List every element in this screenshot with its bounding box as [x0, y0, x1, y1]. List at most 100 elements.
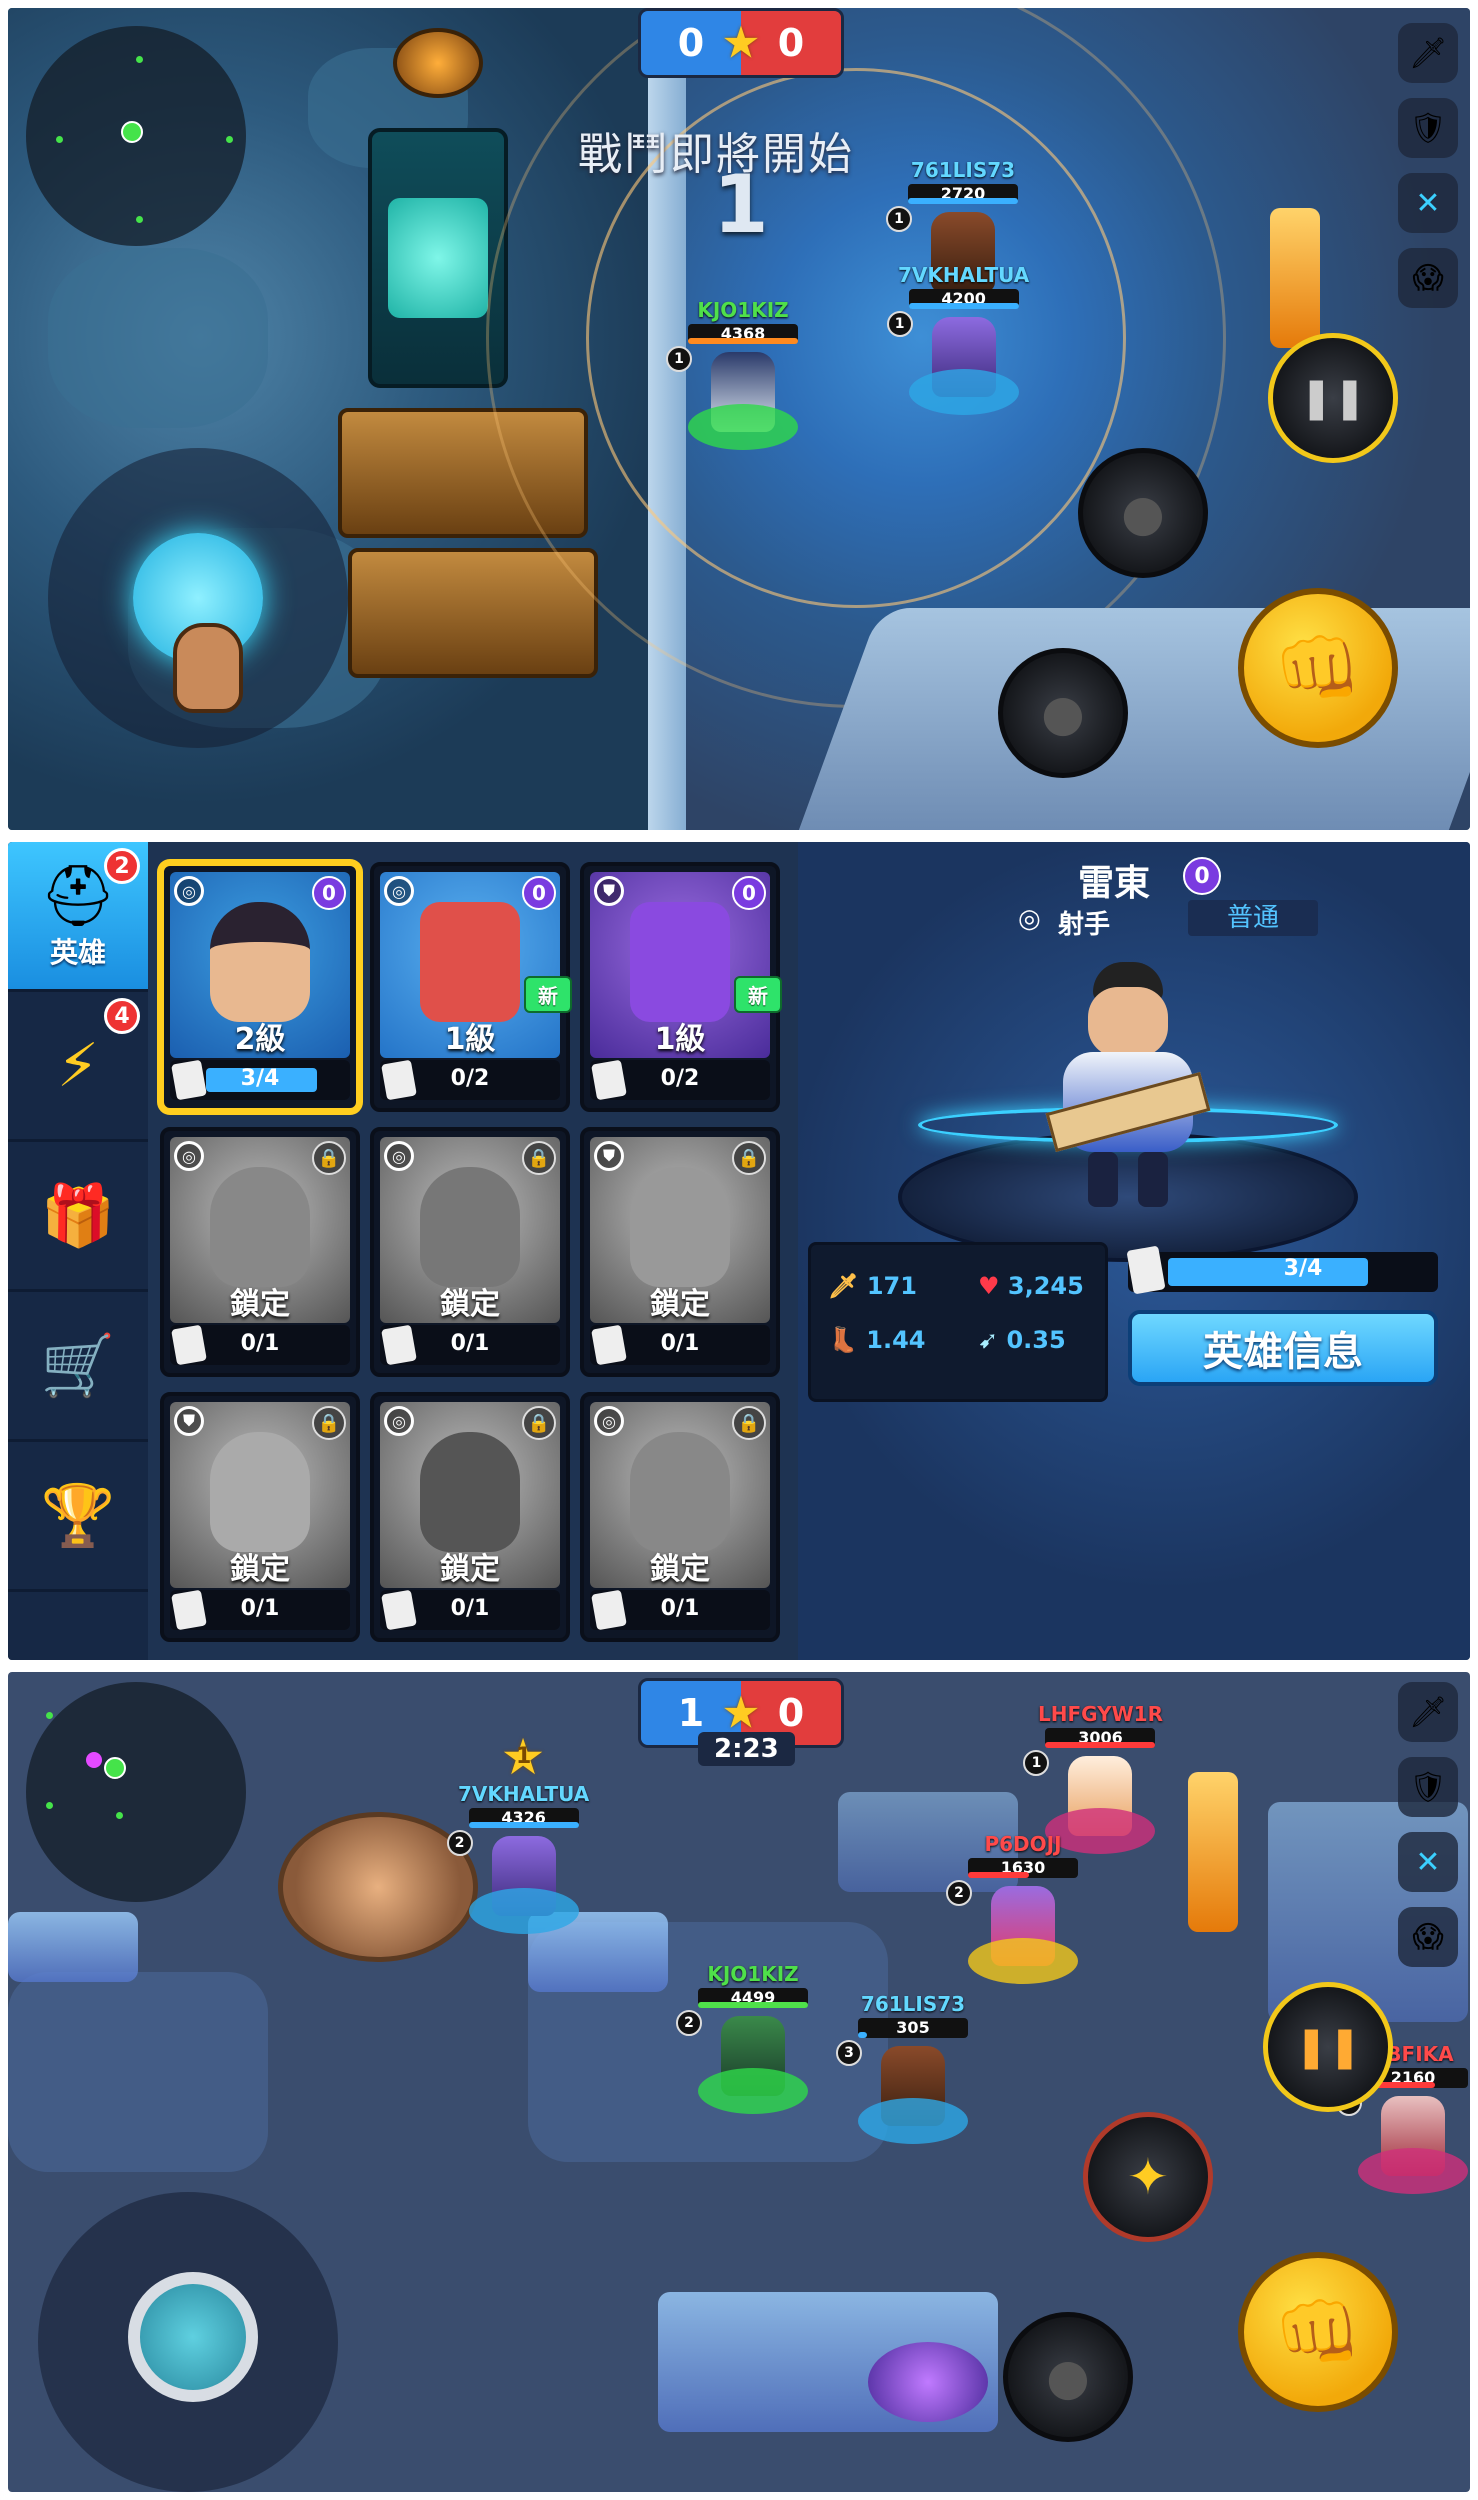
- reload-value: 0.35: [1006, 1326, 1066, 1354]
- hero-level: 鎖定: [230, 1552, 290, 1587]
- hero-card-locked[interactable]: ◎ 🔒 鎖定 0/1: [370, 1392, 570, 1642]
- punch-attack-button[interactable]: 👊: [1238, 588, 1398, 748]
- hero-card-locked[interactable]: ◎ 🔒 鎖定 0/1: [160, 1127, 360, 1377]
- emoji-icon[interactable]: 😱: [1398, 1907, 1458, 1967]
- card-progress: 0/1: [380, 1589, 560, 1631]
- player-level: 3: [836, 2040, 862, 2066]
- card-progress-text: 0/1: [240, 1596, 280, 1621]
- notification-badge: 4: [104, 998, 140, 1034]
- new-tag: 新: [734, 976, 782, 1013]
- hero-card-robot[interactable]: ◎ 0 新 1級 0/2: [370, 862, 572, 1112]
- minimap-player-marker: [121, 121, 143, 143]
- tab-trophy[interactable]: 🏆: [8, 1442, 148, 1592]
- hero-info-button[interactable]: 英雄信息: [1128, 1310, 1438, 1386]
- super-button[interactable]: ●: [1003, 2312, 1133, 2442]
- punch-attack-button[interactable]: 👊: [1238, 2252, 1398, 2412]
- match-start-screen: 0 0 ★ 戰鬥即將開始 1 761LIS73 1 2720 7VKHALTUA…: [8, 8, 1470, 830]
- player-7VKHALTUA: 7VKHALTUA 2 4326: [446, 1782, 590, 1934]
- player-name: 7VKHALTUA: [458, 1782, 590, 1806]
- ice-wall: [8, 1912, 138, 1982]
- speed-value: 1.44: [866, 1326, 926, 1354]
- minimap-player-marker: [104, 1757, 126, 1779]
- bullet-skill-button[interactable]: ❚❚: [1268, 333, 1398, 463]
- hero-progress-text: 3/4: [1283, 1256, 1323, 1281]
- card-progress-text: 0/2: [450, 1066, 490, 1091]
- sword-icon[interactable]: 🗡: [1398, 23, 1458, 83]
- card-progress: 0/1: [380, 1324, 560, 1366]
- emoji-icon[interactable]: 😱: [1398, 248, 1458, 308]
- card-progress: 0/1: [170, 1589, 350, 1631]
- tab-hero-label: 英雄: [49, 935, 106, 969]
- team-ring: [858, 2098, 968, 2144]
- crystal-core: [388, 198, 488, 318]
- hero-card-purple-knight[interactable]: ⛊ 0 新 1級 0/2: [580, 862, 782, 1112]
- hero-card-raydon[interactable]: ◎ 0 2級 3/4: [160, 862, 360, 1112]
- team-ring: [688, 404, 798, 450]
- shield-icon[interactable]: 🛡: [1398, 98, 1458, 158]
- target-icon: ◎: [384, 1406, 414, 1436]
- lock-icon: 🔒: [312, 1141, 346, 1175]
- star-icon: ★: [721, 17, 761, 69]
- movement-joystick[interactable]: [38, 2192, 338, 2492]
- card-progress-text: 0/2: [660, 1066, 700, 1091]
- shield-icon[interactable]: 🛡: [1398, 1757, 1458, 1817]
- card-progress: 0/1: [590, 1324, 770, 1366]
- card-progress-text: 0/1: [660, 1331, 700, 1356]
- hero-model: [1038, 962, 1218, 1212]
- target-icon: ◎: [384, 1141, 414, 1171]
- team-ring: [968, 1938, 1078, 1984]
- minimap-dot: [56, 136, 63, 143]
- target-icon: ◎: [384, 876, 414, 906]
- tab-shop[interactable]: 🛒: [8, 1292, 148, 1442]
- player-level: 2: [676, 2010, 702, 2036]
- treasure-chest-icon: 🎁: [40, 1180, 116, 1251]
- hero-role: 射手: [1058, 910, 1111, 940]
- player-KJO1KIZ: KJO1KIZ 1 4368: [666, 298, 798, 450]
- upgrade-badge: 0: [312, 876, 346, 910]
- hero-card-locked[interactable]: ⛊ 🔒 鎖定 0/1: [160, 1392, 360, 1642]
- shop-cart-icon: 🛒: [40, 1330, 116, 1401]
- team-ring: [468, 1888, 579, 1934]
- terrain-rock: [48, 248, 268, 428]
- attack-value: 171: [866, 1272, 917, 1300]
- tab-chests[interactable]: 🎁: [8, 1142, 148, 1292]
- hero-level: 鎖定: [440, 1552, 500, 1587]
- gadget-button[interactable]: ●: [1078, 448, 1208, 578]
- collapse-icon[interactable]: ✕: [1398, 1832, 1458, 1892]
- super-button[interactable]: ●: [998, 648, 1128, 778]
- minimap[interactable]: [26, 26, 246, 246]
- card-icon: [1126, 1245, 1166, 1295]
- minimap[interactable]: [26, 1682, 246, 1902]
- gadget-button[interactable]: ✦: [1083, 2112, 1213, 2242]
- minimap-dot: [136, 216, 143, 223]
- tab-power[interactable]: ⚡ 4: [8, 992, 148, 1142]
- card-progress: 0/1: [590, 1589, 770, 1631]
- collapse-icon[interactable]: ✕: [1398, 173, 1458, 233]
- lock-icon: 🔒: [522, 1406, 556, 1440]
- bullet-icon: ➹: [978, 1326, 999, 1354]
- hero-card-locked[interactable]: ◎ 🔒 鎖定 0/1: [580, 1392, 780, 1642]
- tab-hero[interactable]: ⛑ 英雄 2: [8, 842, 148, 992]
- hero-level: 2級: [234, 1022, 286, 1057]
- hero-card-locked[interactable]: ⛊ 🔒 鎖定 0/1: [580, 1127, 780, 1377]
- health-bar: 1 2720: [886, 184, 1018, 232]
- hero-card-locked[interactable]: ◎ 🔒 鎖定 0/1: [370, 1127, 570, 1377]
- trophy-icon: 🏆: [40, 1480, 116, 1551]
- boot-icon: 👢: [828, 1326, 858, 1354]
- team-ring: [698, 2068, 808, 2114]
- sword-icon[interactable]: 🗡: [1398, 1682, 1458, 1742]
- bullet-skill-button[interactable]: ❚❚: [1263, 1982, 1393, 2112]
- tutorial-hand-icon: [173, 623, 243, 713]
- joystick-knob[interactable]: [128, 2272, 258, 2402]
- arena-ring: [486, 8, 1226, 708]
- lightning-badge-icon: ⚡: [56, 1030, 100, 1101]
- lock-icon: 🔒: [312, 1406, 346, 1440]
- hero-level: 鎖定: [650, 1552, 710, 1587]
- hero-level: 鎖定: [650, 1287, 710, 1322]
- scoreboard: 0 0 ★: [638, 8, 844, 78]
- team-ring: [908, 369, 1019, 415]
- player-name: LHFGYW1R: [1038, 1702, 1163, 1726]
- hero-card-progress: 3/4: [1126, 1245, 1438, 1295]
- hero-detail-panel: 雷東 0 ◎ 射手 普通 🗡 171 ♥ 3,245 👢 1.44 ➹ 0.35…: [798, 842, 1470, 1660]
- card-progress-text: 3/4: [240, 1066, 280, 1091]
